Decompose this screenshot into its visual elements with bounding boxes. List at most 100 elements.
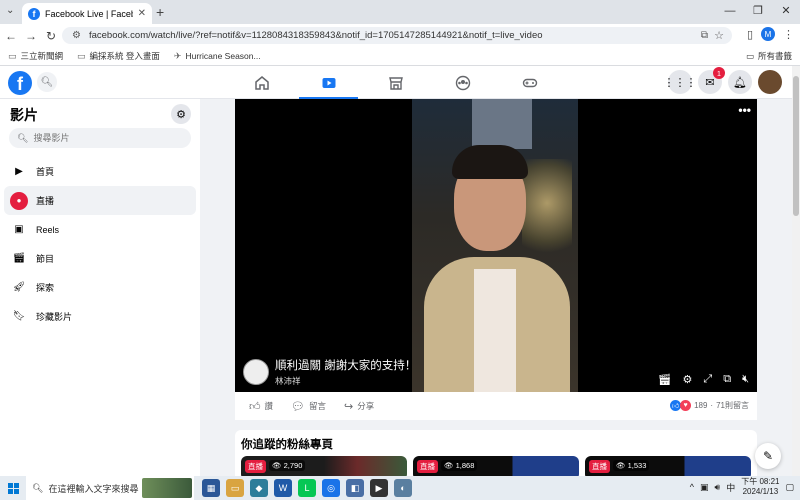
like-button[interactable]: 👍︎ 讚 <box>249 400 273 413</box>
account-avatar[interactable] <box>758 70 782 94</box>
minimize-icon[interactable]: — <box>716 0 744 24</box>
tab-video[interactable] <box>295 66 362 100</box>
bookmark-item[interactable]: ▭ 編採系統 登入畫面 <box>77 50 160 62</box>
all-bookmarks[interactable]: ▭ 所有書籤 <box>746 50 792 62</box>
settings-gear-icon[interactable]: ⚙ <box>171 104 191 124</box>
ime-indicator[interactable]: 中 <box>726 481 735 494</box>
sidebar-item-shows[interactable]: 🎬︎ 節目 <box>4 244 196 273</box>
sidebar-item-reels[interactable]: ▣ Reels <box>4 215 196 244</box>
taskbar-search[interactable]: 🔍︎ 在這裡輸入文字來搜尋 <box>26 476 194 500</box>
share-button[interactable]: ↪ 分享 <box>344 400 374 413</box>
app-icon[interactable]: ▦ <box>202 479 220 497</box>
install-app-icon[interactable]: ⧉ <box>701 30 708 41</box>
comments-count[interactable]: 71則留言 <box>716 400 749 411</box>
app-icon[interactable]: ◐ <box>394 479 412 497</box>
shows-icon: 🎬︎ <box>12 253 26 264</box>
clip-icon[interactable]: 🎬︎ <box>658 373 672 386</box>
messenger-badge: 1 <box>713 67 725 79</box>
chrome-icon[interactable]: ◎ <box>322 479 340 497</box>
app-icon[interactable]: ◆ <box>250 479 268 497</box>
url-text: facebook.com/watch/live/?ref=notif&v=112… <box>88 30 543 41</box>
restore-icon[interactable]: ❐ <box>744 0 772 24</box>
mute-icon[interactable]: 🔇︎ <box>742 373 749 386</box>
post-actions-bar: 👍︎ 讚 💬︎ 留言 ↪ 分享 👍︎ ♥ 189 · 71則留言 <box>235 392 757 420</box>
page-icon: ✈ <box>173 50 182 61</box>
menu-grid-icon[interactable]: ⋮⋮⋮ <box>664 70 697 94</box>
windows-start-icon[interactable] <box>0 476 26 500</box>
notifications-bell-icon[interactable]: 🔔︎ <box>728 70 752 94</box>
tray-overflow-icon[interactable]: ^ <box>690 482 694 492</box>
comment-button[interactable]: 💬︎ 留言 <box>291 400 326 413</box>
reaction-stats[interactable]: 👍︎ ♥ 189 · 71則留言 <box>670 400 749 411</box>
messenger-icon[interactable]: ✉ 1 <box>698 67 725 94</box>
tab-groups[interactable] <box>429 66 496 99</box>
window-controls: — ❐ ✕ <box>716 0 800 24</box>
sidebar-list: ▶ 首頁 ● 直播 ▣ Reels 🎬︎ 節目 🚀︎ 探索 🔖︎ 珍藏影片 <box>4 157 196 331</box>
explore-icon: 🚀︎ <box>12 282 26 293</box>
app-icon[interactable]: W <box>274 479 292 497</box>
video-search-input[interactable] <box>33 133 174 143</box>
back-icon[interactable]: ← <box>2 29 20 43</box>
volume-icon[interactable]: 🔊︎ <box>715 482 721 493</box>
home-icon <box>254 75 269 90</box>
live-card[interactable]: 直播 👁︎ 2,790 <box>241 456 407 476</box>
new-tab-icon[interactable]: + <box>156 4 164 20</box>
reels-icon: ▣ <box>14 224 24 235</box>
tab-home[interactable] <box>228 66 295 99</box>
live-card[interactable]: 直播 👁︎ 1,533 <box>585 456 751 476</box>
live-badge: 直播 <box>417 460 438 473</box>
scrollbar-thumb[interactable] <box>793 76 799 216</box>
bookmark-item[interactable]: ✈ Hurricane Season... <box>174 51 261 62</box>
sidepanel-icon[interactable]: ▯ <box>747 28 753 41</box>
author-name[interactable]: 林沛祥 <box>275 375 416 387</box>
notifications-icon[interactable]: ▢ <box>785 482 794 493</box>
browser-menu-icon[interactable]: ⋮ <box>783 28 794 41</box>
tab-gaming[interactable] <box>496 66 563 99</box>
search-icon[interactable]: 🔍︎ <box>37 72 57 92</box>
video-player[interactable]: ••• 順利過關 謝謝大家的支持！ 林沛祥 🎬︎ ⚙ ⤢ ⧉ 🔇︎ <box>235 99 757 392</box>
sidebar-item-live[interactable]: ● 直播 <box>4 186 196 215</box>
fullscreen-icon[interactable]: ⤢ <box>703 373 712 386</box>
bookmark-item[interactable]: ▭ 三立新聞網 <box>8 50 63 62</box>
reload-icon[interactable]: ↻ <box>42 29 60 43</box>
page-scrollbar[interactable] <box>792 66 800 476</box>
tab-marketplace[interactable] <box>362 66 429 99</box>
new-message-icon[interactable]: ✎ <box>755 443 781 469</box>
app-icon[interactable]: ◧ <box>346 479 364 497</box>
site-info-icon[interactable]: ⚙ <box>72 30 81 41</box>
clock[interactable]: 下午 08:21 2024/1/13 <box>741 477 779 497</box>
followed-pages-section: 你追蹤的粉絲專頁 直播 👁︎ 2,790 直播 👁︎ 1,868 直播 👁︎ 1… <box>235 430 757 476</box>
miniplayer-icon[interactable]: ⧉ <box>723 373 731 386</box>
video-search-field[interactable]: 🔍︎ <box>9 128 191 148</box>
network-icon[interactable]: ▣ <box>700 482 709 493</box>
sidebar-item-label: 探索 <box>36 283 55 293</box>
sidebar-item-label: 直播 <box>36 196 55 206</box>
line-icon[interactable]: L <box>298 479 316 497</box>
browser-tab[interactable]: f Facebook Live | Facebook ✕ <box>22 3 152 24</box>
bookmark-star-icon[interactable]: ☆ <box>714 29 724 42</box>
sidebar-item-saved[interactable]: 🔖︎ 珍藏影片 <box>4 302 196 331</box>
settings-gear-icon[interactable]: ⚙ <box>683 373 693 386</box>
sidebar-item-home[interactable]: ▶ 首頁 <box>4 157 196 186</box>
forward-icon[interactable]: → <box>22 29 40 43</box>
tab-title: Facebook Live | Facebook <box>45 8 133 19</box>
close-tab-icon[interactable]: ✕ <box>138 8 146 19</box>
live-card[interactable]: 直播 👁︎ 1,868 <box>413 456 579 476</box>
marketplace-icon <box>388 76 403 90</box>
gaming-icon <box>522 78 537 87</box>
facebook-logo-icon[interactable]: f <box>8 71 32 95</box>
close-window-icon[interactable]: ✕ <box>772 0 800 24</box>
sidebar-item-label: 首頁 <box>36 167 55 177</box>
tab-search-icon[interactable]: ⌄ <box>6 5 14 16</box>
media-player-icon[interactable]: ▶ <box>370 479 388 497</box>
file-explorer-icon[interactable]: ▭ <box>226 479 244 497</box>
address-bar[interactable]: ⚙ facebook.com/watch/live/?ref=notif&v=1… <box>62 27 732 44</box>
video-more-options-icon[interactable]: ••• <box>738 103 751 117</box>
watch-sidebar: 影片 ⚙ 🔍︎ ▶ 首頁 ● 直播 ▣ Reels 🎬︎ 節目 🚀︎ 探索 🔖︎… <box>0 99 200 476</box>
view-count: 👁︎ 1,868 <box>441 460 478 471</box>
author-avatar[interactable] <box>243 359 269 385</box>
sidebar-item-explore[interactable]: 🚀︎ 探索 <box>4 273 196 302</box>
profile-avatar[interactable]: M <box>761 27 775 41</box>
browser-tabstrip: ⌄ f Facebook Live | Facebook ✕ + — ❐ ✕ <box>0 0 800 24</box>
search-highlight-image <box>142 478 192 498</box>
